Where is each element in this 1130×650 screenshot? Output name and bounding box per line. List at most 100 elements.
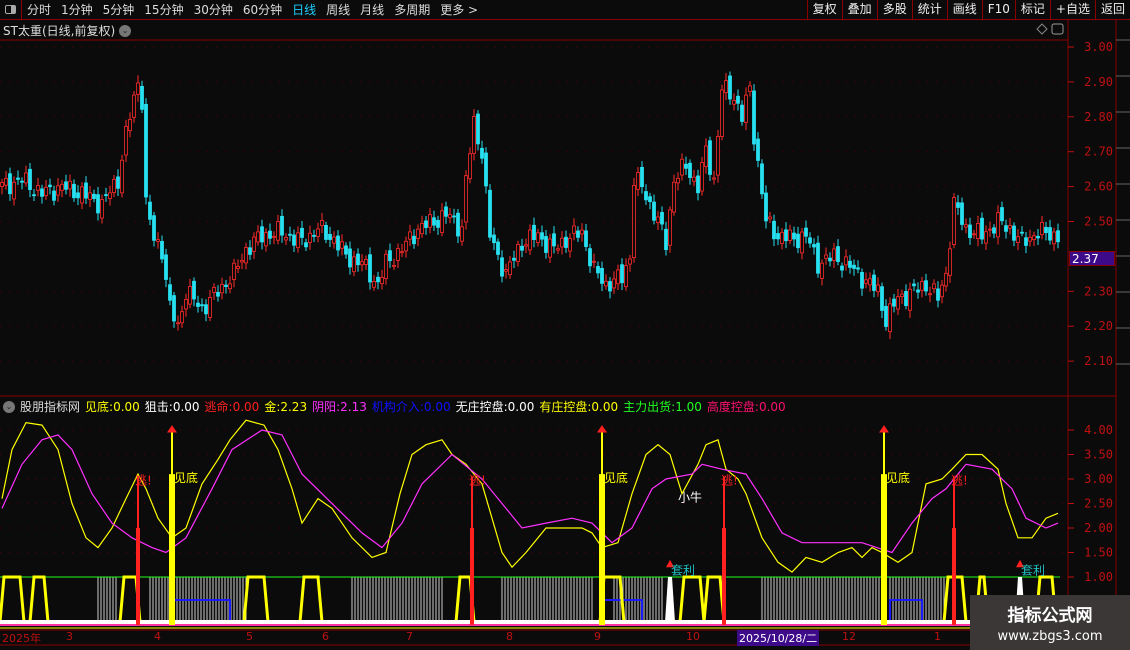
indicator-field-value: 2.13 <box>340 400 367 414</box>
candle-up <box>220 283 224 294</box>
candle-up <box>868 278 872 286</box>
indicator-field-5: 机构介入:0.00 <box>372 398 451 415</box>
candle-down <box>660 212 664 225</box>
candle-down <box>1020 231 1024 234</box>
candle-down <box>8 173 12 195</box>
candle-up <box>332 236 336 244</box>
candle-up <box>360 261 364 266</box>
escape-signal-label: 逃! <box>951 473 968 487</box>
candle-down <box>752 90 756 145</box>
candle-down <box>620 264 624 284</box>
candle-down <box>736 95 740 104</box>
diamond-icon[interactable] <box>1036 23 1048 35</box>
candle-up <box>380 277 384 285</box>
candle-up <box>844 256 848 266</box>
candle-down <box>892 298 896 307</box>
candle-down <box>792 232 796 240</box>
candle-up <box>108 192 112 199</box>
indicator-field-6: 无庄控盘:0.00 <box>456 398 535 415</box>
candle-up <box>940 284 944 298</box>
candle-up <box>1052 231 1056 245</box>
candle-up <box>928 293 932 296</box>
candle-up <box>988 228 992 231</box>
bottom-signal-bar <box>169 430 175 625</box>
candle-down <box>648 196 652 203</box>
candle-up <box>900 293 904 297</box>
indicator-field-9: 高度控盘:0.00 <box>707 398 786 415</box>
candle-down <box>936 288 940 301</box>
candle-up <box>188 286 192 305</box>
candle-down <box>492 234 496 244</box>
candle-down <box>16 177 20 180</box>
candle-up <box>440 210 444 233</box>
candle-down <box>960 202 964 225</box>
indicator-axis-label: 1.00 <box>1084 570 1113 584</box>
control-zone <box>298 575 324 623</box>
candle-up <box>100 199 104 219</box>
candle-down <box>204 304 208 315</box>
candle-down <box>520 245 524 251</box>
candle-down <box>496 241 500 255</box>
candle-up <box>464 175 468 223</box>
candle-down <box>564 236 568 248</box>
candle-down <box>1004 225 1008 232</box>
indicator-field-label: 金: <box>264 400 281 414</box>
layout-toggle-icon[interactable] <box>1051 23 1064 35</box>
escape-signal-label: 逃! <box>135 473 152 487</box>
chart-canvas[interactable]: 3.00 2.90 2.80 2.70 2.60 2.50 2.30 2.20 2.10 4.00… <box>0 0 1130 650</box>
time-label: 3 <box>66 630 73 643</box>
candle-up <box>392 264 396 267</box>
candle-down <box>540 232 544 240</box>
candle-up <box>800 231 804 254</box>
candle-up <box>120 159 124 194</box>
candle-up <box>668 209 672 246</box>
candle-up <box>964 224 968 228</box>
candle-up <box>920 281 924 291</box>
candle-up <box>80 186 84 204</box>
candle-down <box>1024 237 1028 246</box>
candle-up <box>212 287 216 293</box>
candle-down <box>728 75 732 100</box>
price-axis-label: 3.00 <box>1084 40 1113 54</box>
candle-down <box>1036 235 1040 239</box>
up-arrow-icon <box>167 425 177 433</box>
candle-down <box>664 228 668 251</box>
candle-down <box>84 182 88 199</box>
bottom-signal-label: 见底 <box>604 470 628 485</box>
candle-down <box>880 286 884 311</box>
candle-up <box>4 178 8 186</box>
base-band <box>0 620 970 624</box>
candle-up <box>628 258 632 265</box>
candle-down <box>1012 225 1016 241</box>
candle-up <box>276 221 280 241</box>
candle-down <box>576 230 580 238</box>
candle-up <box>1028 236 1032 242</box>
candle-up <box>976 222 980 240</box>
indicator-field-value: 0.00 <box>507 400 535 414</box>
candle-up <box>788 229 792 241</box>
candle-up <box>416 228 420 239</box>
candle-up <box>712 177 716 180</box>
indicator-field-label: 高度控盘: <box>706 400 759 414</box>
chevron-down-icon[interactable]: ⌄ <box>3 400 15 413</box>
candle-down <box>168 284 172 301</box>
candle-down <box>260 226 264 243</box>
escape-signal-bar <box>952 476 956 625</box>
candle-up <box>60 183 64 191</box>
candle-up <box>568 237 572 252</box>
candle-up <box>264 232 268 247</box>
candle-down <box>708 140 712 175</box>
candle-down <box>300 227 304 238</box>
candle-down <box>916 289 920 293</box>
indicator-field-1: 狙击:0.00 <box>145 398 200 415</box>
arbitrage-cone <box>665 577 675 622</box>
candle-up <box>700 162 704 192</box>
candle-down <box>104 194 108 197</box>
candle-up <box>624 265 628 288</box>
indicator-field-label: 主力出货: <box>623 400 676 414</box>
candle-up <box>672 181 676 213</box>
escape-signal-bar <box>136 476 140 625</box>
candle-up <box>340 241 344 249</box>
candle-down <box>776 233 780 240</box>
candle-up <box>636 172 640 190</box>
